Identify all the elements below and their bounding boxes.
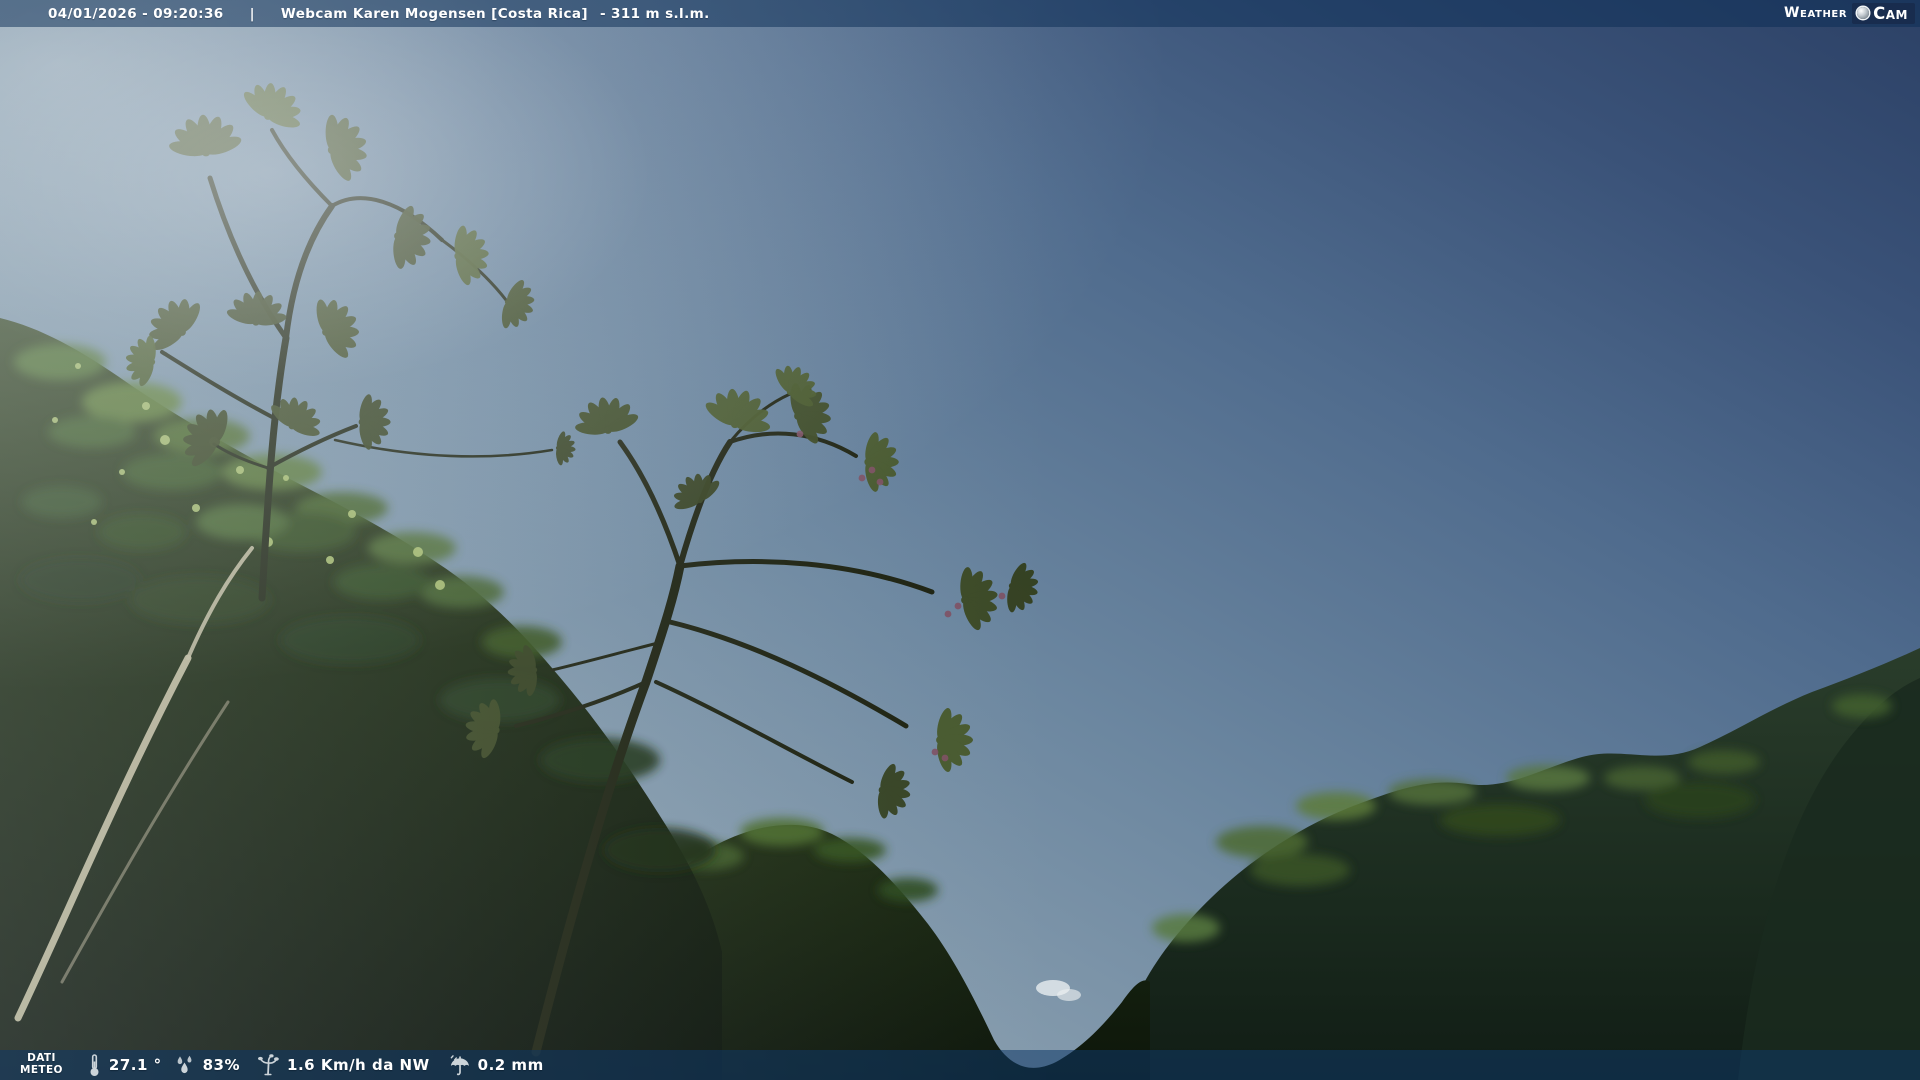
- wind-value: 1.6 Km/h da NW: [287, 1056, 430, 1074]
- anemometer-icon: [258, 1054, 279, 1076]
- elevation-text: - 311 m s.l.m.: [599, 5, 710, 22]
- logo-cam-text: Cam: [1873, 3, 1908, 23]
- humidity-drops-icon: [177, 1055, 192, 1074]
- camera-ball-icon: [1857, 7, 1870, 19]
- separator: |: [249, 5, 255, 22]
- umbrella-rain-icon: [450, 1054, 469, 1075]
- webcam-title-line: Webcam Karen Mogensen [Costa Rica] - 311…: [281, 6, 710, 22]
- humidity-stat: 83%: [174, 1054, 240, 1076]
- humidity-value: 83%: [202, 1056, 241, 1074]
- weather-data-bar: DATI METEO 27.1 ° 83% 1.6 Km/h da NW 0.2…: [0, 1050, 1920, 1080]
- dati-meteo-label: DATI METEO: [20, 1052, 63, 1077]
- dati-line: DATI: [27, 1052, 56, 1065]
- thermometer-icon: [90, 1054, 99, 1076]
- temperature-stat: 27.1 °: [87, 1053, 162, 1077]
- webcam-photo-scene: [0, 0, 1920, 1080]
- meteo-line: METEO: [20, 1064, 63, 1076]
- logo-badge: Cam: [1852, 2, 1915, 24]
- wind-stat: 1.6 Km/h da NW: [256, 1053, 430, 1077]
- rain-stat: 0.2 mm: [448, 1054, 544, 1077]
- weathercam-logo: Weather Cam: [1784, 2, 1915, 24]
- datetime-text: 04/01/2026 - 09:20:36: [48, 5, 224, 22]
- webcam-title: Webcam Karen Mogensen [Costa Rica]: [280, 5, 588, 22]
- rain-value: 0.2 mm: [477, 1056, 544, 1074]
- temperature-value: 27.1 °: [108, 1056, 162, 1074]
- logo-weather-text: Weather: [1783, 5, 1848, 21]
- webcam-view: 04/01/2026 - 09:20:36 | Webcam Karen Mog…: [0, 0, 1920, 1080]
- top-info-bar: 04/01/2026 - 09:20:36 | Webcam Karen Mog…: [0, 0, 1920, 27]
- weather-stats: 27.1 ° 83% 1.6 Km/h da NW 0.2 mm: [87, 1053, 544, 1077]
